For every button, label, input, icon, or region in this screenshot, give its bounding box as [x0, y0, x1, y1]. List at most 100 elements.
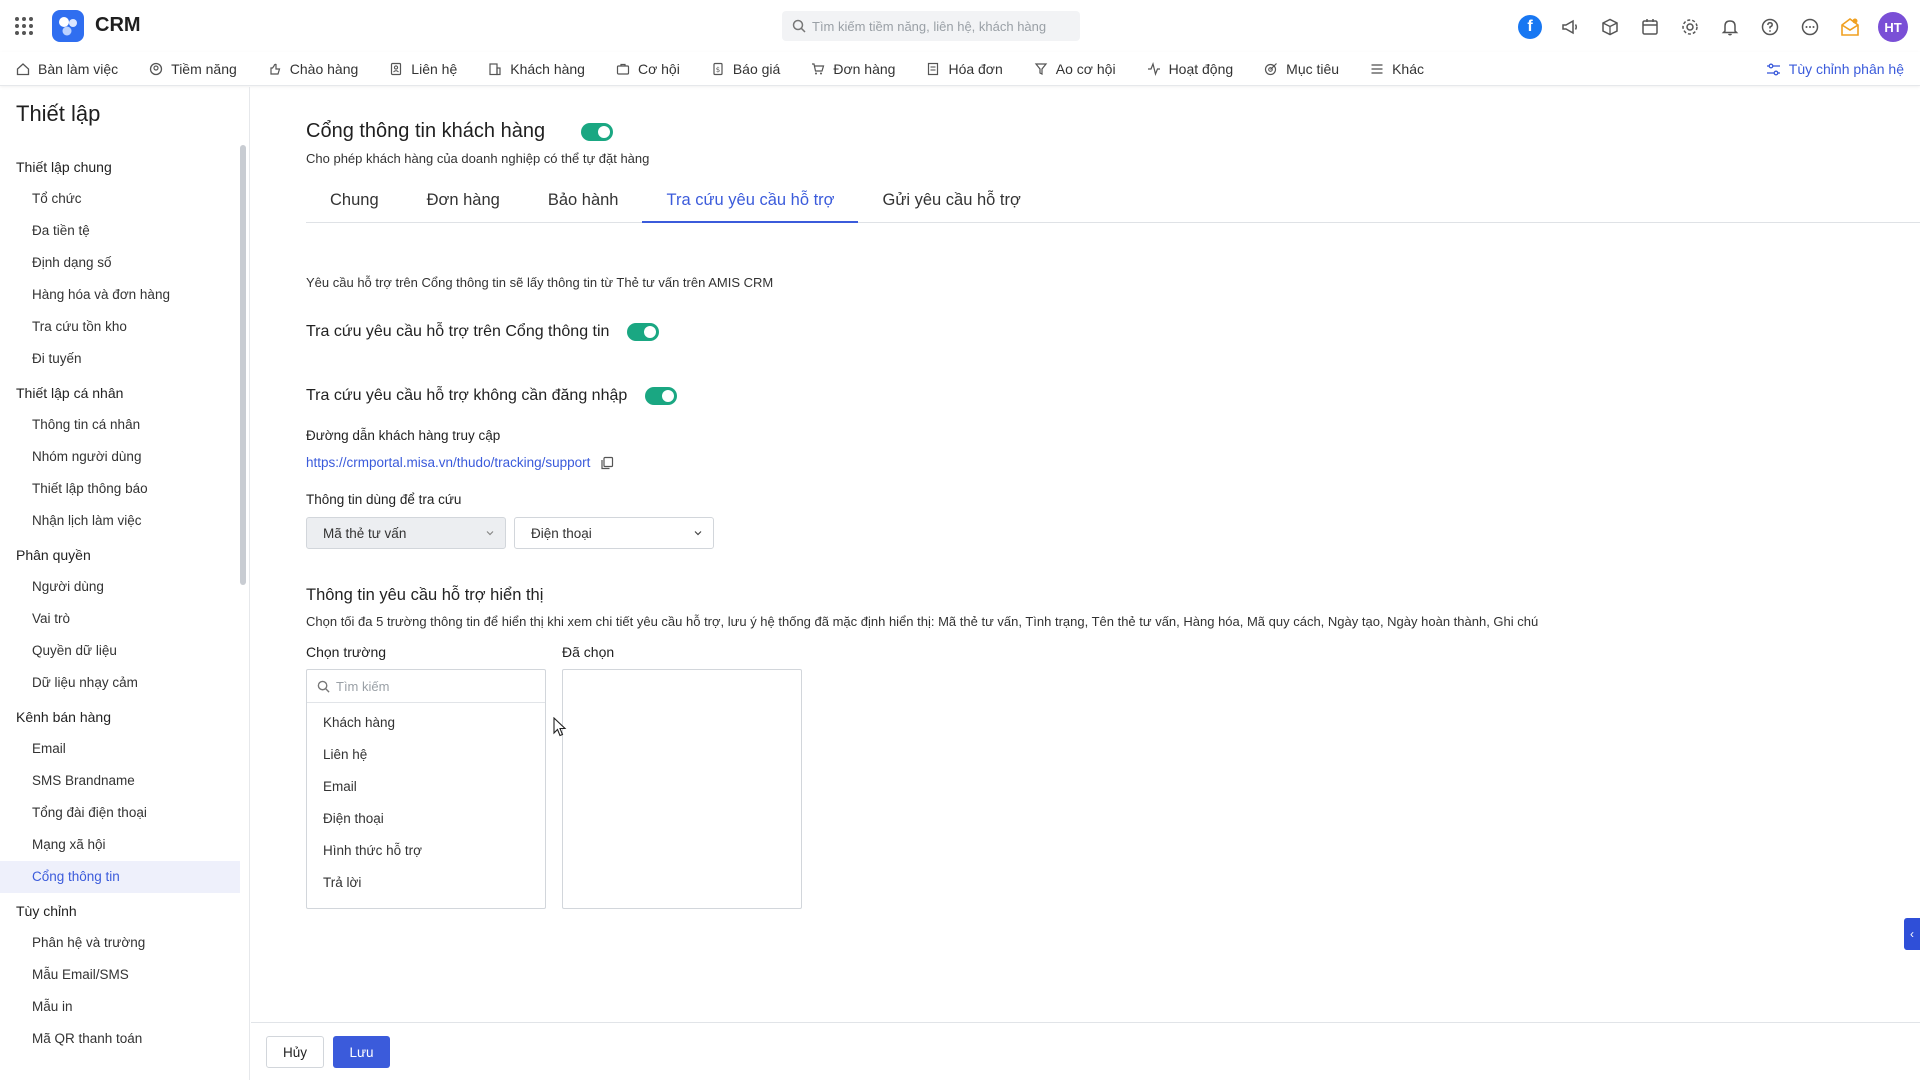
sidebar-item[interactable]: Email — [0, 733, 240, 765]
copy-icon[interactable] — [600, 456, 614, 470]
nav-item-leads[interactable]: Tiềm năng — [149, 61, 237, 77]
lookup-field-2-select[interactable]: Điện thoại — [514, 517, 714, 549]
search-icon — [792, 19, 806, 33]
field-search-input[interactable] — [336, 678, 526, 694]
megaphone-icon[interactable] — [1558, 15, 1582, 39]
list-item[interactable]: Email — [307, 771, 545, 803]
chevron-down-icon — [485, 528, 495, 538]
lookup-on-portal-label: Tra cứu yêu cầu hỗ trợ trên Cổng thông t… — [306, 323, 610, 340]
list-item[interactable]: Khách hàng — [307, 707, 545, 739]
nav-item-opportunity-pool[interactable]: Ao cơ hội — [1034, 61, 1116, 77]
nav-item-contacts[interactable]: Liên hệ — [389, 61, 457, 77]
list-item[interactable]: Liên hệ — [307, 739, 545, 771]
access-url-link[interactable]: https://crmportal.misa.vn/thudo/tracking… — [306, 455, 590, 470]
nav-item-customers[interactable]: Khách hàng — [488, 61, 585, 77]
sidebar-group-customize[interactable]: Tùy chỉnh — [0, 895, 240, 927]
tab-orders[interactable]: Đơn hàng — [403, 177, 524, 223]
user-avatar[interactable]: HT — [1878, 12, 1908, 42]
sidebar-item[interactable]: Tra cứu tồn kho — [0, 311, 240, 343]
lookup-on-portal-toggle[interactable] — [627, 323, 660, 341]
tab-warranty[interactable]: Bảo hành — [524, 177, 643, 223]
sidebar-item[interactable]: Định dạng số — [0, 247, 240, 279]
sidebar-item[interactable]: Nhóm người dùng — [0, 441, 240, 473]
list-item[interactable]: Hình thức hỗ trợ — [307, 835, 545, 867]
briefcase-icon — [616, 62, 630, 76]
bell-icon[interactable] — [1718, 15, 1742, 39]
nav-item-label: Mục tiêu — [1286, 60, 1340, 77]
sidebar-item[interactable]: Tổng đài điện thoại — [0, 797, 240, 829]
sidebar-item[interactable]: Vai trò — [0, 603, 240, 635]
contact-icon — [389, 62, 403, 76]
nav-item-more[interactable]: Khác — [1370, 61, 1424, 77]
sidebar-item-portal-active[interactable]: Cổng thông tin — [0, 861, 240, 893]
nav-item-activities[interactable]: Hoạt động — [1147, 60, 1234, 77]
lookup-no-login-toggle[interactable] — [645, 387, 678, 405]
settings-gear-icon[interactable] — [1678, 15, 1702, 39]
lookup-field-1-select[interactable]: Mã thẻ tư vấn — [306, 517, 506, 549]
nav-item-quotes[interactable]: $ Báo giá — [711, 61, 780, 77]
sidebar-group-permissions[interactable]: Phân quyền — [0, 539, 240, 571]
nav-item-desk[interactable]: Bàn làm việc — [16, 61, 118, 77]
calendar-icon[interactable] — [1638, 15, 1662, 39]
sidebar-group-general[interactable]: Thiết lập chung — [0, 151, 240, 183]
sidebar-item[interactable]: SMS Brandname — [0, 765, 240, 797]
app-logo[interactable] — [52, 10, 84, 42]
sidebar-item[interactable]: Mẫu in — [0, 991, 240, 1023]
sidebar-item[interactable]: Đi tuyến — [0, 343, 240, 375]
choose-fields-label: Chọn trường — [306, 644, 387, 660]
tab-send-support[interactable]: Gửi yêu cầu hỗ trợ — [858, 177, 1044, 223]
nav-item-offers[interactable]: Chào hàng — [268, 61, 358, 77]
sidebar-item[interactable]: Người dùng — [0, 571, 240, 603]
sidebar-item[interactable]: Thông tin cá nhân — [0, 409, 240, 441]
lookup-field-2-value: Điện thoại — [531, 525, 592, 541]
global-search-input[interactable] — [812, 18, 1072, 34]
selected-fields-box[interactable] — [562, 669, 802, 909]
sidebar-item[interactable]: Đa tiền tệ — [0, 215, 240, 247]
sidebar-scrollbar[interactable] — [240, 145, 246, 585]
sidebar-item[interactable]: Dữ liệu nhạy cảm — [0, 667, 240, 699]
lookup-on-portal-row: Tra cứu yêu cầu hỗ trợ trên Cổng thông t… — [306, 323, 660, 341]
nav-item-label: Liên hệ — [411, 60, 458, 77]
nav-item-label: Hóa đơn — [948, 60, 1003, 77]
sidebar-item[interactable]: Mẫu Email/SMS — [0, 959, 240, 991]
cart-icon — [811, 62, 825, 76]
settings-tabs: Chung Đơn hàng Bảo hành Tra cứu yêu cầu … — [306, 177, 1920, 223]
sidebar-item[interactable]: Phân hệ và trường — [0, 927, 240, 959]
facebook-icon[interactable]: f — [1518, 15, 1542, 39]
nav-item-label: Hoạt động — [1168, 60, 1234, 77]
apps-grid-icon[interactable] — [14, 16, 34, 36]
sidebar-item[interactable]: Thiết lập thông báo — [0, 473, 240, 505]
nav-item-invoices[interactable]: Hóa đơn — [926, 60, 1003, 77]
sidebar-item[interactable]: Mã QR thanh toán — [0, 1023, 240, 1055]
customize-modules-button[interactable]: Tùy chỉnh phân hệ — [1766, 61, 1904, 77]
sidebar-group-channels[interactable]: Kênh bán hàng — [0, 701, 240, 733]
list-item[interactable]: Trả lời — [307, 867, 545, 899]
save-button[interactable]: Lưu — [333, 1036, 390, 1068]
sidebar-item[interactable]: Tổ chức — [0, 183, 240, 215]
nav-item-goals[interactable]: Mục tiêu — [1264, 61, 1339, 77]
available-fields-box: Khách hàng Liên hệ Email Điện thoại Hình… — [306, 669, 546, 909]
sidebar-item[interactable]: Quyền dữ liệu — [0, 635, 240, 667]
portal-enabled-toggle[interactable] — [581, 123, 613, 141]
more-icon[interactable] — [1798, 15, 1822, 39]
gift-mail-icon[interactable] — [1838, 15, 1862, 39]
box-search-icon[interactable] — [1598, 15, 1622, 39]
nav-item-orders[interactable]: Đơn hàng — [811, 61, 895, 77]
sidebar-item[interactable]: Nhận lịch làm việc — [0, 505, 240, 537]
field-search[interactable] — [307, 670, 545, 703]
cancel-button[interactable]: Hủy — [266, 1036, 324, 1068]
nav-item-label: Bàn làm việc — [38, 60, 119, 77]
activity-icon — [1147, 61, 1161, 76]
tab-general[interactable]: Chung — [306, 177, 403, 223]
global-search[interactable] — [782, 11, 1080, 41]
list-item[interactable]: Điện thoại — [307, 803, 545, 835]
tab-support-lookup[interactable]: Tra cứu yêu cầu hỗ trợ — [642, 177, 859, 223]
sidebar-item[interactable]: Mạng xã hội — [0, 829, 240, 861]
sidebar-item[interactable]: Hàng hóa và đơn hàng — [0, 279, 240, 311]
help-icon[interactable] — [1758, 15, 1782, 39]
nav-item-opportunities[interactable]: Cơ hội — [616, 61, 680, 77]
target-icon — [149, 62, 163, 76]
collapse-panel-button[interactable]: ‹ — [1904, 918, 1920, 950]
sidebar-group-personal[interactable]: Thiết lập cá nhân — [0, 377, 240, 409]
settings-sidebar: Thiết lập Thiết lập chung Tổ chức Đa tiề… — [0, 87, 250, 1080]
